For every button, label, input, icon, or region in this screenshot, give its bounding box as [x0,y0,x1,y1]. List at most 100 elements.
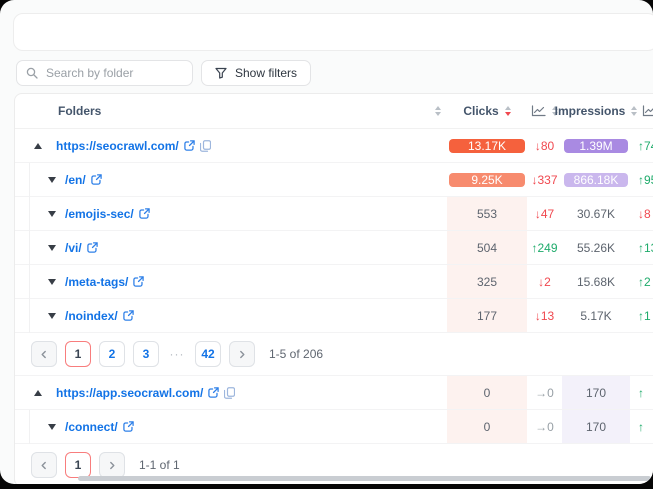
folder-cell: /noindex/ [15,299,447,332]
pagination-next-button[interactable] [99,452,125,478]
folder-cell: /connect/ [15,410,447,443]
impressions-column-label: Impressions [555,104,626,118]
pagination-page-button[interactable]: 1 [65,452,91,478]
column-header-folders: Folders [15,94,447,128]
folder-link[interactable]: https://seocrawl.com/ [56,139,211,153]
external-link-icon [91,174,102,185]
search-input[interactable] [44,65,183,81]
table-row: /meta-tags/325↓215.68K↑2 [15,265,653,299]
external-link-icon [123,421,134,432]
folder-label[interactable]: /emojis-sec/ [65,207,134,221]
folder-cell: /meta-tags/ [15,265,447,298]
clicks-delta: ↓13 [527,299,562,332]
folder-cell: https://app.seocrawl.com/ [15,376,447,409]
pagination-page-button[interactable]: 3 [133,341,159,367]
pagination-page-button[interactable]: 1 [65,341,91,367]
external-link-icon [87,242,98,253]
column-header-impressions: Impressions [562,94,630,128]
pagination-prev-button[interactable] [31,341,57,367]
table-row: /noindex/177↓135.17K↑1 [15,299,653,333]
sort-icon-clicks[interactable] [505,106,511,116]
folder-label[interactable]: /meta-tags/ [65,275,128,289]
folder-label[interactable]: /vi/ [65,241,82,255]
folder-link[interactable]: /vi/ [65,241,98,255]
folders-column-label: Folders [58,104,101,118]
expand-toggle-icon[interactable] [47,313,57,319]
pagination-summary: 1-1 of 1 [139,458,180,472]
folder-cell: /emojis-sec/ [15,197,447,230]
copy-icon [224,387,235,399]
pagination-page-button[interactable]: 2 [99,341,125,367]
impressions-delta: ↑ [630,376,653,409]
table-row: /vi/504↑24955.26K↑13 [15,231,653,265]
show-filters-button[interactable]: Show filters [201,60,311,86]
folder-label[interactable]: /en/ [65,173,86,187]
trend-chart-icon [642,105,653,117]
impressions-delta: ↑74 [630,129,653,162]
table-body: https://seocrawl.com/13.17K↓801.39M↑74/e… [15,129,653,484]
show-filters-label: Show filters [235,66,297,80]
impressions-delta: ↑1 [630,299,653,332]
table-row: /connect/0→0170↑ [15,410,653,444]
folder-link[interactable]: https://app.seocrawl.com/ [56,386,235,400]
impressions-delta: ↑95 [630,163,653,196]
clicks-value: 0 [447,376,527,409]
toolbar: Show filters [16,60,311,86]
folder-cell: /vi/ [15,231,447,264]
pagination-next-button[interactable] [229,341,255,367]
column-header-clicks: Clicks [447,94,527,128]
horizontal-scrollbar[interactable] [78,476,651,481]
external-link-icon [133,276,144,287]
trend-chart-icon [531,105,546,117]
folder-cell: https://seocrawl.com/ [15,129,447,162]
clicks-value: 9.25K [447,163,527,196]
sort-icon-folders[interactable] [435,106,441,116]
top-panel [13,13,653,51]
impressions-delta: ↑ [630,410,653,443]
folder-link[interactable]: /emojis-sec/ [65,207,150,221]
pagination: 123 ··· 42 1-5 of 206 [15,333,653,376]
impressions-value: 866.18K [562,163,630,196]
clicks-delta: →0 [527,410,562,443]
column-header-impressions-trend [630,94,653,128]
expand-toggle-icon[interactable] [47,211,57,217]
impressions-value: 170 [562,376,630,409]
clicks-value: 177 [447,299,527,332]
expand-toggle-icon[interactable] [47,245,57,251]
folder-label[interactable]: /connect/ [65,420,118,434]
folder-link[interactable]: /connect/ [65,420,134,434]
collapse-toggle-icon[interactable] [33,143,43,149]
external-link-icon [184,140,195,151]
external-link-icon [208,387,219,398]
pagination-summary: 1-5 of 206 [269,347,323,361]
clicks-delta: ↓2 [527,265,562,298]
impressions-delta: ↓8 [630,197,653,230]
expand-toggle-icon[interactable] [47,279,57,285]
clicks-delta: ↑249 [527,231,562,264]
pagination-ellipsis: ··· [167,347,187,361]
clicks-value: 504 [447,231,527,264]
folder-link[interactable]: /meta-tags/ [65,275,144,289]
table-header: Folders Clicks Impressions [15,94,653,129]
collapse-toggle-icon[interactable] [33,390,43,396]
impressions-value: 170 [562,410,630,443]
filter-funnel-icon [215,67,227,79]
clicks-delta: ↓80 [527,129,562,162]
folder-label[interactable]: https://seocrawl.com/ [56,139,179,153]
expand-toggle-icon[interactable] [47,177,57,183]
clicks-value: 325 [447,265,527,298]
folder-cell: /en/ [15,163,447,196]
expand-toggle-icon[interactable] [47,424,57,430]
folder-search[interactable] [16,60,193,86]
pagination-prev-button[interactable] [31,452,57,478]
clicks-delta: ↓337 [527,163,562,196]
folder-link[interactable]: /en/ [65,173,102,187]
folder-label[interactable]: /noindex/ [65,309,118,323]
clicks-delta: →0 [527,376,562,409]
search-icon [26,67,38,79]
folder-label[interactable]: https://app.seocrawl.com/ [56,386,203,400]
pagination-page-button[interactable]: 42 [195,341,221,367]
copy-icon [200,140,211,152]
folder-link[interactable]: /noindex/ [65,309,134,323]
impressions-value: 55.26K [562,231,630,264]
